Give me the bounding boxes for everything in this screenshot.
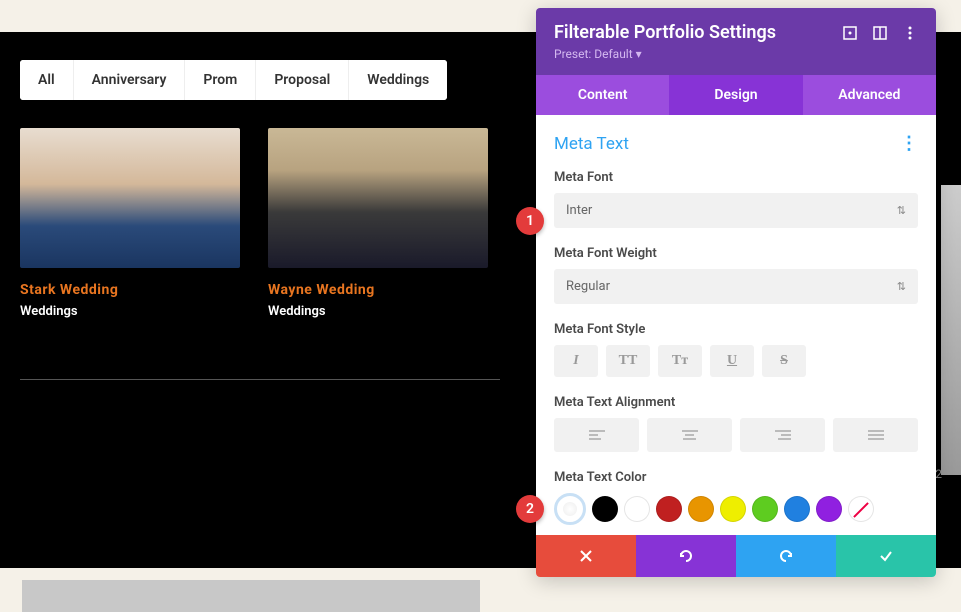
color-swatch-none[interactable] <box>848 496 874 522</box>
font-label: Meta Font <box>554 170 918 185</box>
cancel-button[interactable] <box>536 535 636 577</box>
portfolio-title: Stark Wedding <box>20 282 240 298</box>
color-label: Meta Text Color <box>554 470 918 485</box>
color-picker-button[interactable] <box>554 493 586 525</box>
portfolio-image[interactable] <box>20 128 240 268</box>
save-button[interactable] <box>836 535 936 577</box>
side-image <box>941 185 961 475</box>
chevron-updown-icon: ⇅ <box>897 280 906 293</box>
callout-badge-2: 2 <box>516 495 544 523</box>
page-number: 2 <box>935 467 942 481</box>
chevron-updown-icon: ⇅ <box>897 204 906 217</box>
font-value: Inter <box>566 203 592 218</box>
color-swatch-purple[interactable] <box>816 496 842 522</box>
smallcaps-button[interactable]: Tᴛ <box>658 345 702 377</box>
italic-button[interactable]: I <box>554 345 598 377</box>
weight-label: Meta Font Weight <box>554 246 918 261</box>
portfolio-image[interactable] <box>268 128 488 268</box>
align-center-button[interactable] <box>647 418 732 452</box>
weight-value: Regular <box>566 279 610 294</box>
tabs: Content Design Advanced <box>536 75 936 115</box>
focus-icon[interactable] <box>842 25 858 41</box>
preset-label[interactable]: Preset: Default ▾ <box>554 47 918 61</box>
redo-button[interactable] <box>736 535 836 577</box>
font-select[interactable]: Inter ⇅ <box>554 193 918 228</box>
divider <box>20 379 500 380</box>
portfolio-item[interactable]: Wayne Wedding Weddings <box>268 128 488 319</box>
align-justify-button[interactable] <box>833 418 918 452</box>
settings-panel: Filterable Portfolio Settings Preset: De… <box>536 8 936 577</box>
underline-button[interactable]: U <box>710 345 754 377</box>
section-menu-icon[interactable]: ⋮ <box>900 133 918 154</box>
columns-icon[interactable] <box>872 25 888 41</box>
color-swatch-darkred[interactable] <box>656 496 682 522</box>
portfolio-category: Weddings <box>20 304 240 319</box>
style-label: Meta Font Style <box>554 322 918 337</box>
filter-tab-proposal[interactable]: Proposal <box>256 60 349 100</box>
panel-header: Filterable Portfolio Settings Preset: De… <box>536 8 936 75</box>
filter-tab-weddings[interactable]: Weddings <box>349 60 447 100</box>
panel-body: Meta Text ⋮ Meta Font Inter ⇅ Meta Font … <box>536 115 936 535</box>
align-right-button[interactable] <box>740 418 825 452</box>
callout-badge-1: 1 <box>516 207 544 235</box>
align-label: Meta Text Alignment <box>554 395 918 410</box>
filter-tab-all[interactable]: All <box>20 60 74 100</box>
uppercase-button[interactable]: TT <box>606 345 650 377</box>
color-swatch-yellow[interactable] <box>720 496 746 522</box>
panel-title: Filterable Portfolio Settings <box>554 22 776 43</box>
portfolio-category: Weddings <box>268 304 488 319</box>
placeholder-box <box>22 580 480 612</box>
align-left-button[interactable] <box>554 418 639 452</box>
filter-tab-prom[interactable]: Prom <box>185 60 256 100</box>
color-swatch-green[interactable] <box>752 496 778 522</box>
section-title[interactable]: Meta Text <box>554 134 629 154</box>
filter-tabs: All Anniversary Prom Proposal Weddings <box>20 60 447 100</box>
tab-content[interactable]: Content <box>536 75 669 115</box>
tab-design[interactable]: Design <box>669 75 802 115</box>
color-swatch-blue[interactable] <box>784 496 810 522</box>
strikethrough-button[interactable]: S <box>762 345 806 377</box>
portfolio-item[interactable]: Stark Wedding Weddings <box>20 128 240 319</box>
tab-advanced[interactable]: Advanced <box>803 75 936 115</box>
action-bar <box>536 535 936 577</box>
color-swatch-black[interactable] <box>592 496 618 522</box>
color-swatch-white[interactable] <box>624 496 650 522</box>
portfolio-title: Wayne Wedding <box>268 282 488 298</box>
color-swatch-orange[interactable] <box>688 496 714 522</box>
more-icon[interactable] <box>902 25 918 41</box>
weight-select[interactable]: Regular ⇅ <box>554 269 918 304</box>
undo-button[interactable] <box>636 535 736 577</box>
filter-tab-anniversary[interactable]: Anniversary <box>74 60 186 100</box>
